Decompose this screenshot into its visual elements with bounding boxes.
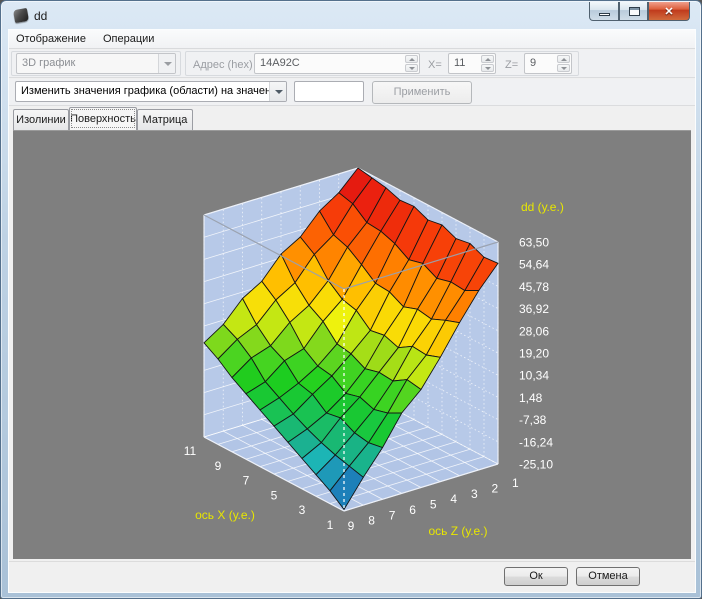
spin-up-icon[interactable] bbox=[405, 55, 418, 63]
x-tick-label: 11 bbox=[184, 444, 197, 458]
menu-operations[interactable]: Операции bbox=[96, 30, 161, 49]
menu-bar: Отображение Операции bbox=[9, 30, 695, 49]
z-tick-label: 2 bbox=[492, 481, 499, 495]
x-tick-label: 1 bbox=[327, 518, 334, 532]
z-tick-label: 4 bbox=[450, 492, 457, 506]
ok-button[interactable]: Ок bbox=[504, 567, 568, 586]
tab-matrix[interactable]: Матрица bbox=[137, 109, 193, 130]
client-area: Отображение Операции 3D график Адрес (he… bbox=[8, 29, 696, 593]
x-label: X= bbox=[428, 59, 442, 71]
maximize-icon bbox=[629, 7, 640, 16]
title-bar[interactable]: dd ✕ bbox=[1, 1, 701, 30]
window-title: dd bbox=[34, 9, 47, 23]
legend-value: -25,10 bbox=[519, 458, 553, 472]
tab-surface[interactable]: Поверхность bbox=[69, 107, 137, 130]
x-axis-title: ось X (у.е.) bbox=[195, 508, 255, 522]
tab-isolines[interactable]: Изолинии bbox=[13, 109, 69, 130]
legend-value: 63,50 bbox=[519, 236, 549, 250]
operation-combobox[interactable]: Изменить значения графика (области) на з… bbox=[15, 81, 287, 102]
legend-value: 28,06 bbox=[519, 324, 549, 338]
cancel-button[interactable]: Отмена bbox=[576, 567, 640, 586]
surface-3d-chart[interactable]: 1197531987654321ось X (у.е.)ось Z (у.е.)… bbox=[13, 131, 691, 560]
z-stepper[interactable]: 9 bbox=[524, 53, 572, 74]
minimize-icon bbox=[599, 13, 610, 16]
tab-strip: Изолинии Поверхность Матрица bbox=[9, 107, 695, 130]
z-tick-label: 6 bbox=[409, 503, 416, 517]
legend-value: -16,24 bbox=[519, 435, 553, 449]
legend-value: -7,38 bbox=[519, 413, 547, 427]
spin-down-icon[interactable] bbox=[481, 64, 494, 72]
app-icon bbox=[13, 8, 29, 23]
legend-value: 1,48 bbox=[519, 391, 543, 405]
legend-value: 10,34 bbox=[519, 369, 549, 383]
x-tick-label: 9 bbox=[215, 459, 222, 473]
z-tick-label: 3 bbox=[471, 487, 478, 501]
menu-display[interactable]: Отображение bbox=[9, 30, 93, 49]
operation-value: Изменить значения графика (области) на з… bbox=[21, 85, 283, 97]
z-label: Z= bbox=[505, 59, 518, 71]
z-tick-label: 9 bbox=[348, 519, 355, 533]
spin-down-icon[interactable] bbox=[405, 64, 418, 72]
x-stepper[interactable]: 11 bbox=[448, 53, 496, 74]
legend-value: 19,20 bbox=[519, 347, 549, 361]
toolbar-operation: Изменить значения графика (области) на з… bbox=[9, 79, 695, 106]
z-value: 9 bbox=[530, 57, 536, 69]
chevron-down-icon bbox=[158, 54, 175, 73]
toolbar-group-view: 3D график bbox=[11, 51, 181, 76]
z-axis-title: ось Z (у.е.) bbox=[428, 524, 487, 538]
legend-title: dd (у.е.) bbox=[521, 200, 564, 214]
minimize-button[interactable] bbox=[589, 2, 619, 21]
graph-type-combobox[interactable]: 3D график bbox=[16, 53, 176, 74]
toolbar-main: 3D график Адрес (hex) 14A92C X= 11 Z= 9 bbox=[9, 50, 695, 78]
z-spinner[interactable] bbox=[557, 55, 570, 72]
x-spinner[interactable] bbox=[481, 55, 494, 72]
z-tick-label: 5 bbox=[430, 498, 437, 512]
spin-down-icon[interactable] bbox=[557, 64, 570, 72]
z-tick-label: 7 bbox=[389, 508, 396, 522]
toolbar-group-address: Адрес (hex) 14A92C X= 11 Z= 9 bbox=[185, 51, 579, 76]
x-tick-label: 3 bbox=[299, 503, 306, 517]
x-tick-label: 5 bbox=[271, 488, 278, 502]
z-tick-label: 1 bbox=[512, 476, 519, 490]
z-tick-label: 8 bbox=[368, 514, 375, 528]
spin-up-icon[interactable] bbox=[557, 55, 570, 63]
spin-up-icon[interactable] bbox=[481, 55, 494, 63]
maximize-button[interactable] bbox=[619, 2, 648, 21]
graph-type-value: 3D график bbox=[22, 57, 75, 69]
x-value: 11 bbox=[454, 57, 465, 69]
close-icon: ✕ bbox=[649, 5, 689, 18]
surface-plot-panel[interactable]: 1197531987654321ось X (у.е.)ось Z (у.е.)… bbox=[13, 130, 691, 559]
address-label: Адрес (hex) bbox=[193, 59, 253, 71]
legend-value: 54,64 bbox=[519, 258, 549, 272]
chevron-down-icon bbox=[269, 82, 286, 101]
close-button[interactable]: ✕ bbox=[648, 2, 690, 21]
apply-button[interactable]: Применить bbox=[372, 81, 472, 104]
address-value: 14A92C bbox=[260, 57, 300, 69]
app-window: dd ✕ Отображение Операции 3D график Адре… bbox=[0, 0, 702, 599]
legend-value: 36,92 bbox=[519, 302, 549, 316]
operation-value-input[interactable] bbox=[294, 81, 364, 102]
address-spinner[interactable] bbox=[405, 55, 418, 72]
address-field[interactable]: 14A92C bbox=[254, 53, 420, 74]
footer-bar: Ок Отмена bbox=[9, 561, 695, 592]
legend-value: 45,78 bbox=[519, 280, 549, 294]
x-tick-label: 7 bbox=[243, 474, 250, 488]
